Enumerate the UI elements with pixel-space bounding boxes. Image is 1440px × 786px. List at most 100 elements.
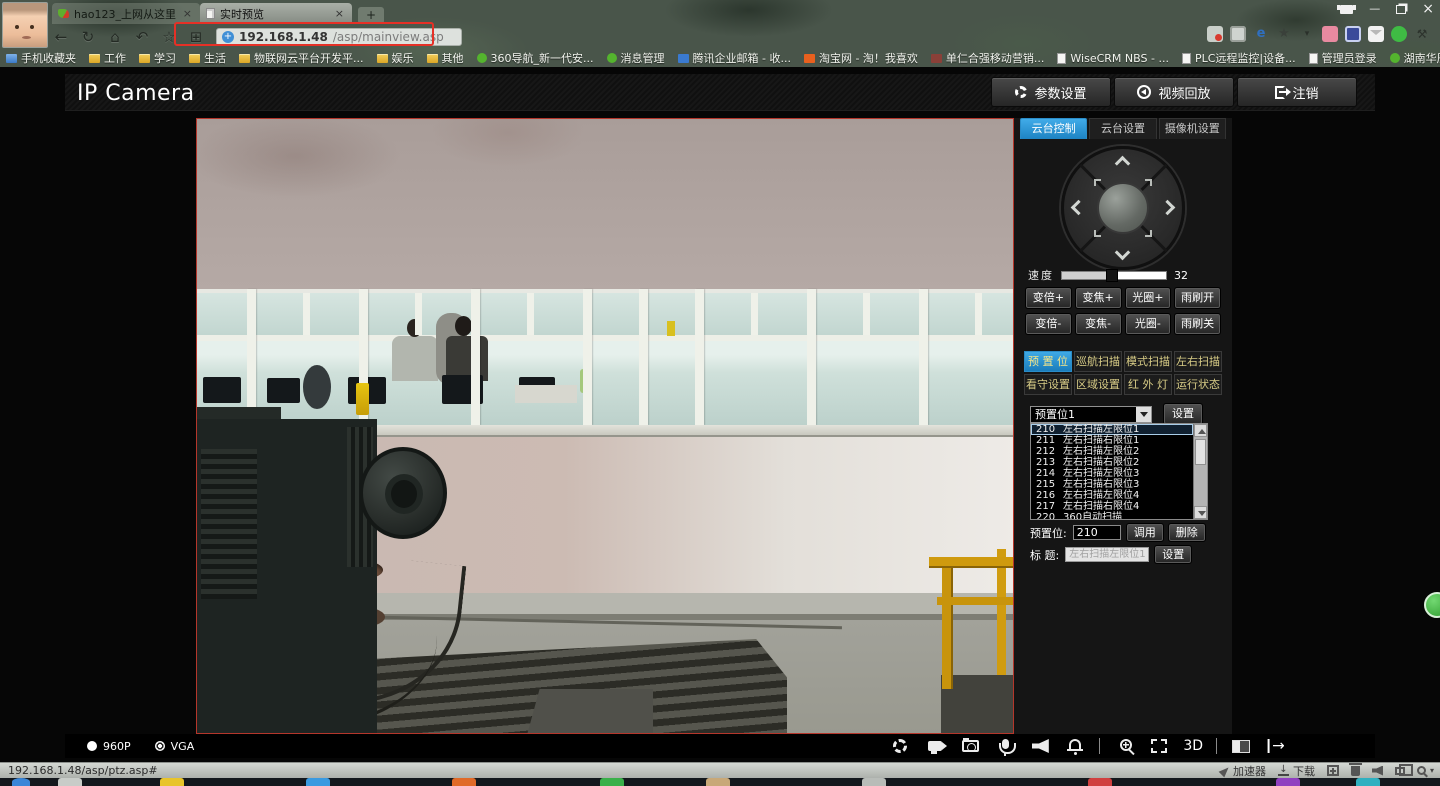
minimize-icon[interactable]: — [1369, 4, 1380, 14]
fullscreen-icon[interactable] [1148, 735, 1170, 757]
title-set-button[interactable]: 设置 [1155, 546, 1191, 563]
bookmark-item[interactable]: 腾讯企业邮箱 - 收... [678, 50, 791, 66]
ie-mode-icon[interactable]: e [1253, 26, 1269, 42]
alarm-bell-icon[interactable] [1064, 735, 1086, 757]
bookmark-item[interactable]: 湖南华辰智通科技.. [1390, 50, 1440, 66]
apps-grid-icon[interactable]: ⊞ [187, 28, 205, 46]
bookmark-item[interactable]: 单仁合强移动营销... [931, 50, 1045, 66]
speed-slider[interactable] [1061, 271, 1167, 280]
taskbar-app[interactable] [600, 778, 624, 786]
site-plus-icon[interactable]: + [222, 31, 234, 43]
speaker-icon[interactable] [1029, 735, 1051, 757]
bookmark-item[interactable]: 工作 [89, 50, 126, 66]
close-icon[interactable]: × [1422, 3, 1434, 15]
tab-camera-settings[interactable]: 摄像机设置 [1159, 118, 1226, 139]
zoom-in-button[interactable]: 变倍+ [1026, 288, 1071, 308]
preset-number-input[interactable] [1073, 525, 1121, 540]
taskbar-app[interactable] [306, 778, 330, 786]
bookmark-item[interactable]: PLC远程监控|设备... [1182, 50, 1296, 66]
ptz-down-right-button[interactable] [1145, 230, 1152, 237]
restore-icon[interactable] [1396, 5, 1406, 14]
preset-list[interactable]: 210左右扫描左限位1 211左右扫描右限位1 212左右扫描左限位2 213左… [1030, 423, 1208, 520]
tab-pattern-scan[interactable]: 模式扫描 [1124, 351, 1172, 372]
tab-hao123[interactable]: hao123_上网从这里开始 × [52, 3, 200, 24]
chevron-down-icon[interactable] [1136, 407, 1151, 422]
settings-button[interactable]: 参数设置 [991, 77, 1111, 107]
radio-selected-icon[interactable] [155, 741, 165, 751]
resolution-960p[interactable]: 960P [87, 740, 131, 753]
bookmark-item[interactable]: 消息管理 [607, 50, 665, 66]
ptz-down-button[interactable] [1115, 245, 1131, 261]
list-item[interactable]: 214左右扫描左限位3 [1031, 468, 1193, 479]
list-scrollbar[interactable] [1193, 424, 1207, 519]
star-ext-icon[interactable]: ★ [1276, 26, 1292, 42]
iris-close-button[interactable]: 光圈- [1126, 314, 1171, 334]
wiper-on-button[interactable]: 雨刷开 [1175, 288, 1220, 308]
add-box-icon[interactable] [1327, 765, 1339, 776]
tab-live-preview[interactable]: 实时预览 × [200, 3, 352, 24]
windows-stack-icon[interactable] [1395, 767, 1405, 775]
address-bar[interactable]: + 192.168.1.48/asp/mainview.asp [216, 28, 462, 46]
favorite-icon[interactable]: ☆ [160, 28, 178, 46]
tab-pan-scan[interactable]: 左右扫描 [1174, 351, 1222, 372]
bookmark-item[interactable]: 360导航_新一代安... [477, 50, 594, 66]
taskbar-app[interactable] [58, 778, 82, 786]
qr-app-icon[interactable] [1345, 26, 1361, 42]
mail-icon[interactable] [1368, 26, 1384, 42]
taskbar-app[interactable] [1276, 778, 1300, 786]
bookmark-item[interactable]: 学习 [139, 50, 176, 66]
wechat-icon[interactable] [1391, 26, 1407, 42]
tab-area-settings[interactable]: 区域设置 [1074, 374, 1122, 395]
ptz-down-left-button[interactable] [1094, 230, 1101, 237]
tab-guard-settings[interactable]: 看守设置 [1024, 374, 1072, 395]
expand-panel-icon[interactable]: ← [1265, 735, 1287, 757]
live-video-feed[interactable] [196, 118, 1014, 734]
iris-open-button[interactable]: 光圈+ [1126, 288, 1171, 308]
3d-positioning-button[interactable]: 3D [1183, 738, 1203, 754]
snapshot-icon[interactable] [959, 735, 981, 757]
accelerator-button[interactable]: 加速器 [1221, 763, 1266, 779]
refresh-icon[interactable]: ↻ [79, 28, 97, 46]
list-item[interactable]: 217左右扫描右限位4 [1031, 501, 1193, 512]
user-avatar[interactable] [2, 2, 48, 48]
speed-slider-handle[interactable] [1106, 269, 1118, 282]
zoom-menu[interactable]: ▾ [1417, 766, 1434, 775]
undo-icon[interactable]: ↶ [133, 28, 151, 46]
bookmark-item[interactable]: 物联网云平台开发平... [239, 50, 364, 66]
volume-icon[interactable] [1372, 766, 1383, 776]
taskbar-app[interactable] [160, 778, 184, 786]
scroll-up-icon[interactable] [1194, 424, 1207, 437]
list-item[interactable]: 213左右扫描右限位2 [1031, 457, 1193, 468]
preset-delete-button[interactable]: 删除 [1169, 524, 1205, 541]
ptz-up-right-button[interactable] [1145, 179, 1152, 186]
tab-preset[interactable]: 预 置 位 [1024, 351, 1072, 372]
microphone-icon[interactable] [994, 735, 1016, 757]
list-item[interactable]: 215左右扫描右限位3 [1031, 479, 1193, 490]
back-icon[interactable]: ← [52, 28, 70, 46]
ptz-right-button[interactable] [1160, 200, 1176, 216]
bookmark-item[interactable]: 其他 [427, 50, 464, 66]
title-input[interactable] [1065, 547, 1149, 562]
bookmark-item[interactable]: 娱乐 [377, 50, 414, 66]
pink-app-icon[interactable] [1322, 26, 1338, 42]
preset-set-button[interactable]: 设置 [1164, 404, 1202, 424]
wrench-menu-icon[interactable]: ⚒ [1414, 26, 1430, 42]
logout-button[interactable]: 注销 [1237, 77, 1357, 107]
digital-zoom-icon[interactable] [1113, 735, 1135, 757]
skin-icon[interactable] [1340, 5, 1353, 14]
ptz-direction-pad[interactable] [1061, 146, 1185, 270]
panel-toggle-icon[interactable] [1230, 735, 1252, 757]
scroll-thumb[interactable] [1195, 439, 1206, 465]
list-item[interactable]: 220360自动扫描 [1031, 512, 1193, 519]
screenshot-ext-icon[interactable] [1207, 26, 1223, 42]
playback-button[interactable]: 视频回放 [1114, 77, 1234, 107]
taskbar-app[interactable] [862, 778, 886, 786]
bookmark-item[interactable]: 生活 [189, 50, 226, 66]
tab-run-status[interactable]: 运行状态 [1174, 374, 1222, 395]
list-item[interactable]: 210左右扫描左限位1 [1031, 424, 1193, 435]
resolution-vga[interactable]: VGA [155, 740, 195, 753]
trash-icon[interactable] [1351, 766, 1360, 776]
taskbar-app[interactable] [1088, 778, 1112, 786]
ptz-center-knob[interactable] [1097, 182, 1149, 234]
focus-in-button[interactable]: 变焦+ [1076, 288, 1121, 308]
